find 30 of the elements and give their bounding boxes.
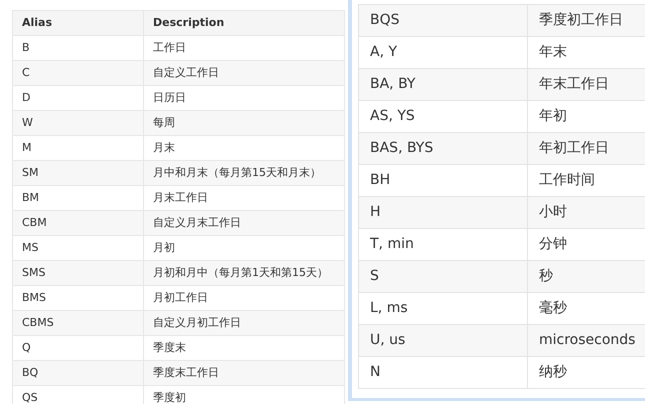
table-cell: 小时 (528, 196, 645, 228)
table-cell: QS (12, 386, 144, 404)
table-cell: BQ (12, 360, 144, 386)
table-cell: microseconds (528, 324, 645, 356)
table-cell: H (358, 196, 528, 228)
table-cell: CBM (12, 210, 144, 236)
table-cell: 季度末工作日 (144, 360, 344, 386)
table-cell: 秒 (528, 260, 645, 292)
table-cell: 自定义月末工作日 (144, 210, 344, 236)
table-cell: SMS (12, 260, 144, 286)
table-cell: C (12, 60, 144, 86)
table-cell: 自定义月初工作日 (144, 310, 344, 336)
column-header: Description (144, 10, 344, 36)
table-cell: S (358, 260, 528, 292)
table-cell: BAS, BYS (358, 132, 528, 164)
table-cell: W (12, 110, 144, 136)
table-cell: 季度初工作日 (528, 4, 645, 36)
table-cell: N (358, 356, 528, 388)
column-header: Alias (12, 10, 144, 36)
table-cell: CBMS (12, 310, 144, 336)
table-cell: 自定义工作日 (144, 60, 344, 86)
table-cell: 月中和月末（每月第15天和月末） (144, 160, 344, 186)
table-cell: 年初工作日 (528, 132, 645, 164)
table-cell: 每周 (144, 110, 344, 136)
table-cell: BQS (358, 4, 528, 36)
table-cell: 年末工作日 (528, 68, 645, 100)
table-cell: 月初和月中（每月第1天和第15天） (144, 260, 344, 286)
table-cell: SM (12, 160, 144, 186)
table-cell: U, us (358, 324, 528, 356)
table-cell: BA, BY (358, 68, 528, 100)
